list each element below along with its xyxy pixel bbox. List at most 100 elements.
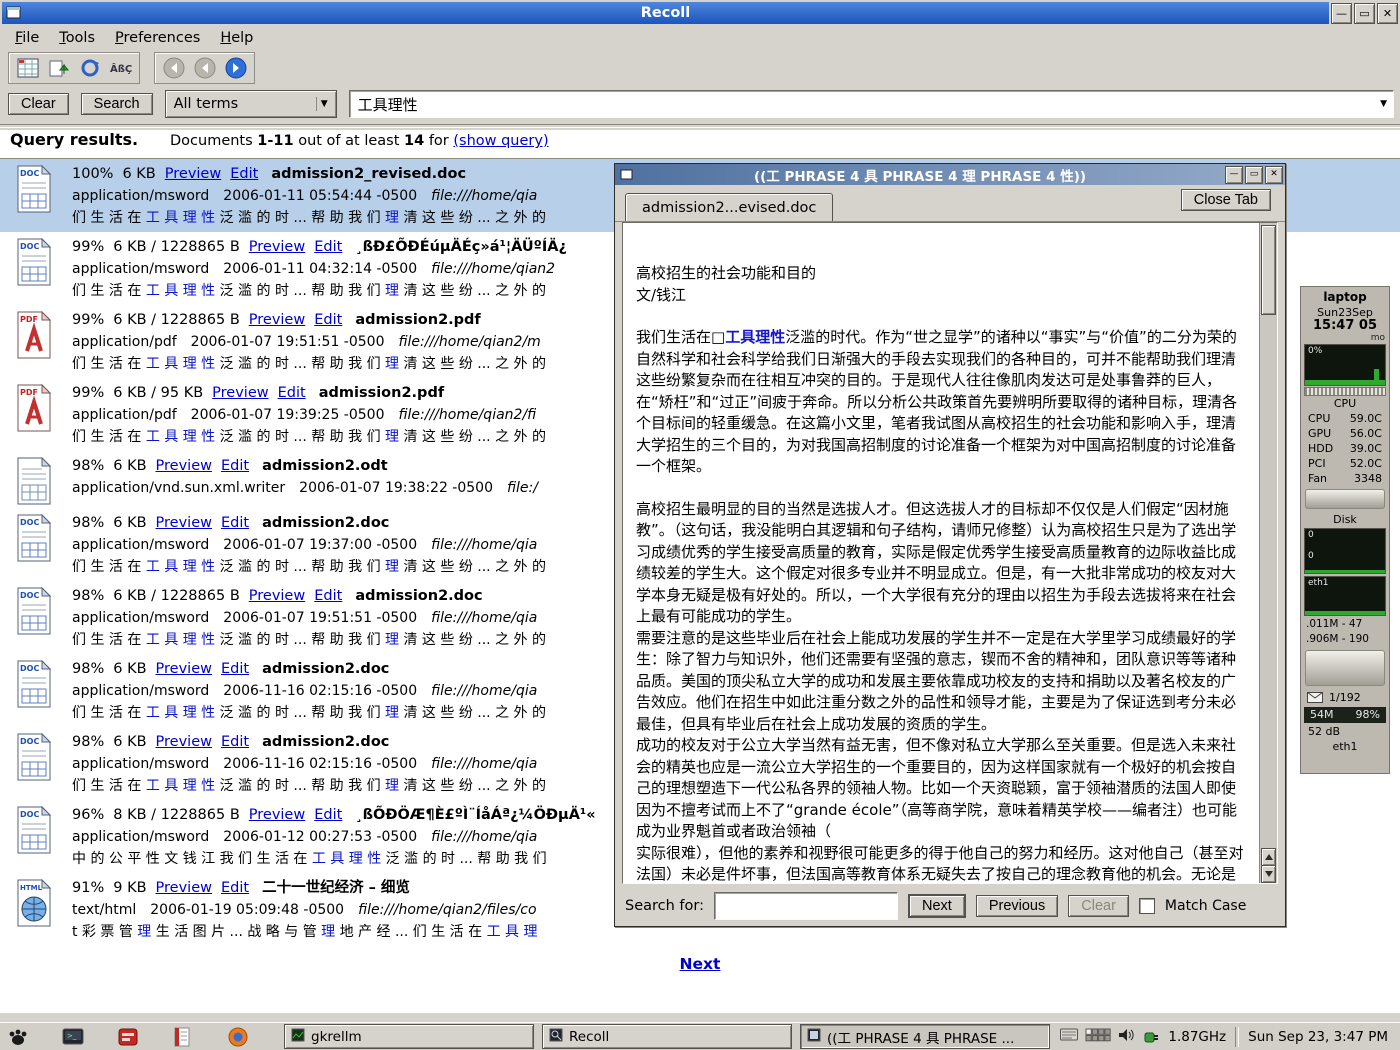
tab-admission2-revised-doc[interactable]: admission2...evised.doc <box>625 193 833 221</box>
preview-close-button[interactable]: ✕ <box>1265 166 1283 184</box>
preview-link[interactable]: Preview <box>156 880 212 896</box>
red-app-icon[interactable] <box>116 1025 140 1049</box>
snippet-text: 泛 滥 的 时 ... 帮 助 我 们 <box>215 632 385 648</box>
divider <box>0 124 1400 128</box>
preview-link[interactable]: Preview <box>249 588 305 604</box>
go-next-icon[interactable] <box>222 55 249 81</box>
recoll-titlebar[interactable]: Recoll — ▭ ✕ <box>0 0 1400 26</box>
preview-link[interactable]: Preview <box>156 661 212 677</box>
edit-link[interactable]: Edit <box>230 166 258 182</box>
result-score: 98% <box>72 515 104 531</box>
system-tray: 1.87GHz Sun Sep 23, 3:47 PM <box>1060 1027 1394 1047</box>
preview-link[interactable]: Preview <box>249 312 305 328</box>
edit-link[interactable]: Edit <box>221 661 249 677</box>
close-button[interactable]: ✕ <box>1377 3 1398 24</box>
snippet-text: 泛 滥 的 时 ... 帮 助 我 们 <box>215 356 385 372</box>
result-snippet: 中 的 公 平 性 文 钱 江 我 们 生 活 在 工 具 理 性 泛 滥 的 … <box>72 848 596 870</box>
find-input[interactable] <box>714 892 898 920</box>
pdf-file-icon: PDF <box>8 309 60 375</box>
preview-titlebar[interactable]: ((工 PHRASE 4 具 PHRASE 4 理 PHRASE 4 性)) —… <box>615 164 1285 185</box>
taskbar-task--phrase-4-phrase-[interactable]: ((工 PHRASE 4 具 PHRASE ... <box>800 1024 1050 1049</box>
preview-link[interactable]: Preview <box>249 807 305 823</box>
net-line: .011M - 47 <box>1301 617 1389 632</box>
pager-icon[interactable] <box>1085 1028 1111 1046</box>
matched-term: 工 具 理 性 <box>312 851 381 867</box>
result-filename: admission2.odt <box>262 458 388 474</box>
doc-file-icon: DOC <box>8 163 60 229</box>
edit-link[interactable]: Edit <box>221 734 249 750</box>
next-page-link[interactable]: Next <box>680 955 721 973</box>
find-next-button[interactable]: Next <box>908 894 966 918</box>
result-filename: admission2.doc <box>262 661 389 677</box>
go-prev-icon[interactable] <box>191 55 218 81</box>
scroll-up-button[interactable] <box>1261 848 1276 866</box>
preview-link[interactable]: Preview <box>249 239 305 255</box>
terminal-icon[interactable]: >_ <box>61 1025 85 1049</box>
net-readouts: .011M - 47.906M - 190 <box>1301 617 1389 647</box>
edit-link[interactable]: Edit <box>314 312 342 328</box>
menu-tools[interactable]: Tools <box>50 28 104 48</box>
find-previous-button[interactable]: Previous <box>976 895 1058 917</box>
find-clear-button[interactable]: Clear <box>1068 895 1129 917</box>
red-edit-icon[interactable] <box>171 1025 195 1049</box>
table-icon[interactable] <box>14 55 41 81</box>
query-input[interactable]: 工具理性 ▼ <box>349 90 1394 118</box>
preview-link[interactable]: Preview <box>156 458 212 474</box>
edit-link[interactable]: Edit <box>221 880 249 896</box>
show-query-link[interactable]: (show query) <box>453 133 548 149</box>
preview-link[interactable]: Preview <box>156 515 212 531</box>
preview-maximize-button[interactable]: ▭ <box>1245 166 1263 184</box>
result-size: 6 KB <box>113 734 146 750</box>
menu-help[interactable]: Help <box>211 28 262 48</box>
firefox-icon[interactable] <box>226 1025 250 1049</box>
result-url: file:///home/qia <box>431 610 537 626</box>
close-tab-button[interactable]: Close Tab <box>1181 189 1271 211</box>
temp-readout: PCI52.0C <box>1301 456 1389 471</box>
edit-link[interactable]: Edit <box>278 385 306 401</box>
keyboard-icon[interactable] <box>1060 1028 1078 1045</box>
result-score: 98% <box>72 458 104 474</box>
search-bar: Clear Search All terms ▼ 工具理性 ▼ <box>0 88 1394 120</box>
maximize-button[interactable]: ▭ <box>1354 3 1375 24</box>
preview-link[interactable]: Preview <box>165 166 221 182</box>
preview-link[interactable]: Preview <box>156 734 212 750</box>
result-score: 99% <box>72 239 104 255</box>
window-title: Recoll <box>2 5 1329 21</box>
scrollbar-thumb[interactable] <box>1261 225 1276 315</box>
query-history-chevron-icon[interactable]: ▼ <box>1374 97 1393 111</box>
go-first-icon[interactable] <box>160 55 187 81</box>
preview-text[interactable]: 高校招生的社会功能和目的文/钱江我们生活在□工具理性泛滥的时代。作为“世之显学”… <box>623 223 1260 883</box>
reload-icon[interactable] <box>76 55 103 81</box>
search-button[interactable]: Search <box>81 93 153 115</box>
edit-link[interactable]: Edit <box>314 588 342 604</box>
index-refresh-icon[interactable] <box>45 55 72 81</box>
matched-term: 理 <box>385 778 399 794</box>
menu-preferences[interactable]: Preferences <box>106 28 209 48</box>
results-total: 14 <box>404 133 424 149</box>
edit-link[interactable]: Edit <box>221 515 249 531</box>
svg-text:PDF: PDF <box>20 388 38 397</box>
clear-button[interactable]: Clear <box>8 93 69 115</box>
edit-link[interactable]: Edit <box>314 239 342 255</box>
preview-link[interactable]: Preview <box>212 385 268 401</box>
volume-icon[interactable] <box>1118 1028 1134 1046</box>
result-snippet: 们 生 活 在 工 具 理 性 泛 滥 的 时 ... 帮 助 我 们 理 清 … <box>72 556 546 578</box>
match-case-checkbox[interactable] <box>1139 898 1155 914</box>
paw-icon[interactable] <box>6 1025 30 1049</box>
preview-scrollbar[interactable] <box>1259 223 1277 883</box>
matched-term: 工 具 理 性 <box>146 283 215 299</box>
snippet-text: 泛 滥 的 时 ... 帮 助 我 们 <box>215 429 385 445</box>
edit-link[interactable]: Edit <box>221 458 249 474</box>
search-mode-select[interactable]: All terms ▼ <box>165 90 337 118</box>
sort-letters-icon[interactable]: ÂßÇ <box>107 55 134 81</box>
menu-file[interactable]: File <box>6 28 48 48</box>
scroll-down-button[interactable] <box>1261 865 1276 883</box>
preview-minimize-button[interactable]: — <box>1225 166 1243 184</box>
match-case-label: Match Case <box>1165 898 1246 914</box>
result-mimetype: application/msword <box>72 683 209 699</box>
minimize-button[interactable]: — <box>1331 3 1352 24</box>
net-line: .906M - 190 <box>1301 632 1389 647</box>
taskbar-task-recoll[interactable]: Recoll <box>542 1024 792 1049</box>
taskbar-task-gkrellm[interactable]: gkrellm <box>284 1024 534 1049</box>
edit-link[interactable]: Edit <box>314 807 342 823</box>
